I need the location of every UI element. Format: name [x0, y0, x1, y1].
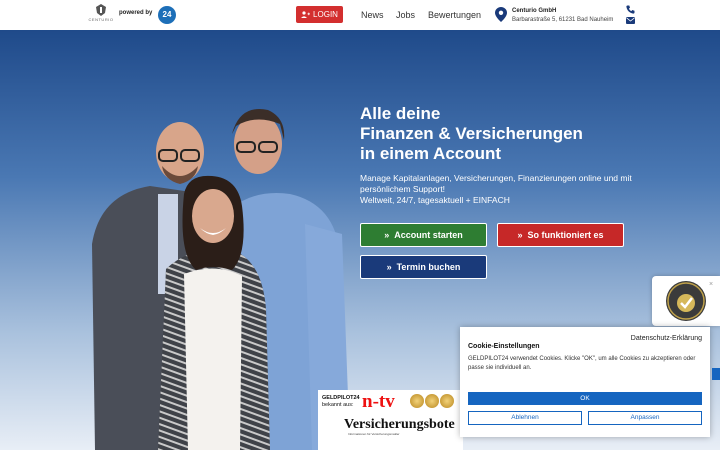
- how-it-works-button[interactable]: » So funktioniert es: [497, 223, 624, 247]
- press-strip: GELDPILOT24 bekannt aus: n-tv Versicheru…: [318, 390, 463, 450]
- account-start-label: Account starten: [394, 230, 463, 240]
- company-name: Centurio GmbH: [512, 8, 557, 14]
- helmet-logo-icon: [96, 4, 106, 16]
- cookie-ok-button[interactable]: OK: [468, 392, 702, 405]
- close-icon[interactable]: ×: [709, 281, 713, 288]
- double-chevron-right-icon: »: [384, 230, 390, 240]
- award-medal-icon: [440, 394, 454, 408]
- map-pin-icon: [495, 7, 507, 22]
- headline-line-3: in einem Account: [360, 144, 502, 163]
- side-tab-toggle[interactable]: [712, 368, 720, 380]
- company-address: Barbarastraße 5, 61231 Bad Nauheim: [512, 17, 614, 23]
- headline-line-1: Alle deine: [360, 104, 441, 123]
- nav-news[interactable]: News: [361, 10, 384, 20]
- login-label: LOGIN: [313, 10, 338, 19]
- cookie-customize-button[interactable]: Anpassen: [588, 411, 702, 425]
- nav-jobs[interactable]: Jobs: [396, 10, 415, 20]
- book-appointment-button[interactable]: » Termin buchen: [360, 255, 487, 279]
- login-button[interactable]: LOGIN: [296, 6, 343, 23]
- site-header: CENTURIO powered by 24 LOGIN News Jobs B…: [0, 0, 720, 30]
- hero-headline: Alle deine Finanzen & Versicherungen in …: [360, 104, 583, 164]
- press-label: GELDPILOT24 bekannt aus:: [322, 395, 360, 409]
- cookie-banner: Datenschutz-Erklärung Cookie-Einstellung…: [460, 327, 710, 437]
- press-label-known: bekannt aus:: [322, 402, 354, 408]
- mail-icon[interactable]: [626, 17, 635, 24]
- cookie-text: GELDPILOT24 verwendet Cookies. Klicke "O…: [468, 356, 696, 371]
- hero-subline: Manage Kapitalanlagen, Versicherungen, F…: [360, 173, 650, 206]
- award-medal-icon: [410, 394, 424, 408]
- logo-text: CENTURIO: [88, 17, 114, 22]
- account-start-button[interactable]: » Account starten: [360, 223, 487, 247]
- versicherungsbote-subtitle: Informationen für Versicherungsmakler: [348, 432, 400, 436]
- proven-expert-seal: [666, 281, 706, 321]
- award-medal-icon: [425, 394, 439, 408]
- double-chevron-right-icon: »: [386, 262, 392, 272]
- book-appointment-label: Termin buchen: [396, 262, 461, 272]
- privacy-link[interactable]: Datenschutz-Erklärung: [631, 335, 702, 342]
- centurio-logo[interactable]: CENTURIO: [86, 4, 116, 26]
- double-chevron-right-icon: »: [517, 230, 523, 240]
- cookie-title: Cookie-Einstellungen: [468, 343, 540, 350]
- phone-icon[interactable]: [626, 5, 635, 14]
- cookie-decline-button[interactable]: Ablehnen: [468, 411, 582, 425]
- geldpilot24-badge[interactable]: 24: [158, 6, 176, 24]
- ntv-logo: n-tv: [362, 391, 395, 412]
- how-it-works-label: So funktioniert es: [527, 230, 604, 240]
- company-address-block: Centurio GmbH Barbarastraße 5, 61231 Bad…: [512, 7, 613, 25]
- subline-text-2: Weltweit, 24/7, tagesaktuell + EINFACH: [360, 195, 510, 205]
- headline-line-2: Finanzen & Versicherungen: [360, 124, 583, 143]
- press-label-brand: GELDPILOT24: [322, 395, 360, 401]
- user-plus-icon: [301, 11, 311, 18]
- versicherungsbote-logo: Versicherungsbote: [344, 417, 455, 432]
- subline-text-1: Manage Kapitalanlagen, Versicherungen, F…: [360, 173, 632, 194]
- powered-by-label: powered by: [119, 10, 153, 16]
- nav-bewertungen[interactable]: Bewertungen: [428, 10, 481, 20]
